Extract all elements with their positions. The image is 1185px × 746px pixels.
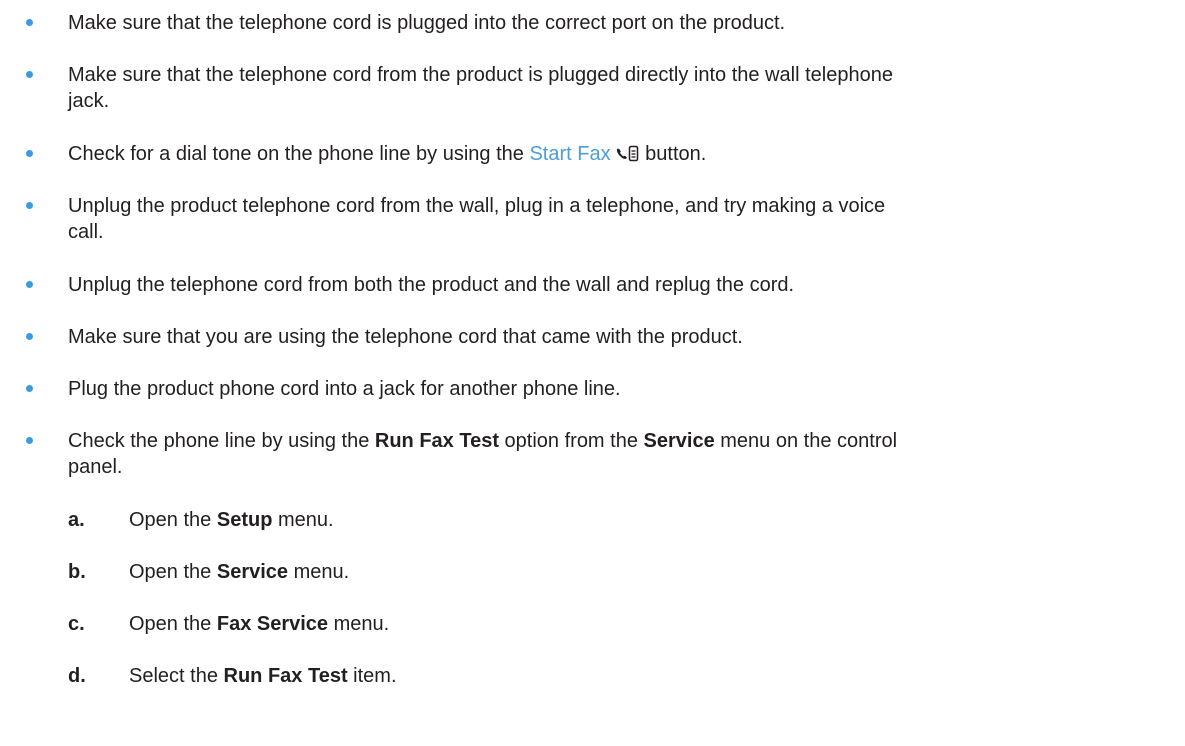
bullet-dot	[26, 202, 33, 209]
step-menu-name: Setup	[216, 509, 273, 531]
list-item-line: call.	[68, 221, 104, 243]
start-fax-link[interactable]: Start Fax	[529, 143, 610, 165]
phone-fax-icon	[615, 144, 639, 170]
step-text: Open the Setup menu.	[129, 509, 334, 531]
list-item-text: Check for a dial tone on the phone line …	[68, 141, 1173, 170]
list-item-line: Unplug the product telephone cord from t…	[68, 195, 886, 217]
bullet-dot	[26, 71, 33, 78]
list-item-line: Make sure that the telephone cord from t…	[68, 64, 893, 86]
bullet-dot	[26, 385, 33, 392]
list-item-text: Make sure that you are using the telepho…	[68, 326, 743, 348]
list-item-text: Check the phone line by using the Run Fa…	[68, 430, 898, 478]
step-text: Open the Service menu.	[129, 561, 350, 583]
service-label: Service	[643, 430, 715, 452]
step-text: Open the Fax Service menu.	[129, 613, 390, 635]
step-text: Select the Run Fax Test item.	[129, 665, 397, 687]
list-item-text: Make sure that the telephone cord from t…	[68, 62, 1173, 114]
bullet-dot	[26, 150, 33, 157]
run-fax-test-label: Run Fax Test	[374, 430, 499, 452]
step-menu-name: Run Fax Test	[223, 665, 348, 687]
step-letter: c.	[68, 613, 85, 635]
list-item-line: jack.	[68, 90, 110, 112]
list-item-text: Plug the product phone cord into a jack …	[68, 378, 621, 400]
step-letter: d.	[68, 665, 86, 687]
list-item-text: Make sure that the telephone cord is plu…	[68, 12, 786, 34]
bullet-dot	[26, 333, 33, 340]
bullet-dot	[26, 19, 33, 26]
bullet-dot	[26, 281, 33, 288]
step-menu-name: Service	[216, 561, 289, 583]
bullet-dot	[26, 437, 33, 444]
step-letter: b.	[68, 561, 86, 583]
step-menu-name: Fax Service	[216, 613, 329, 635]
list-item-text: Unplug the product telephone cord from t…	[68, 193, 1173, 245]
list-item-text: Unplug the telephone cord from both the …	[68, 274, 795, 296]
step-letter: a.	[68, 509, 85, 531]
